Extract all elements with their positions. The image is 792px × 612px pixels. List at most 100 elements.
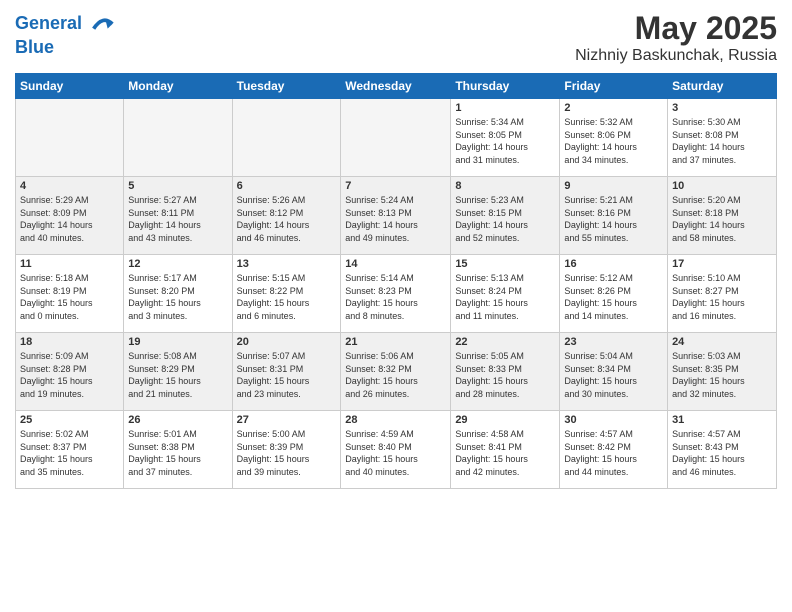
calendar-cell: 4Sunrise: 5:29 AM Sunset: 8:09 PM Daylig…	[16, 177, 124, 255]
day-number: 16	[564, 258, 663, 270]
day-info: Sunrise: 5:05 AM Sunset: 8:33 PM Dayligh…	[455, 350, 555, 400]
title-block: May 2025 Nizhniy Baskunchak, Russia	[575, 10, 777, 65]
calendar-cell	[341, 99, 451, 177]
day-number: 2	[564, 102, 663, 114]
day-info: Sunrise: 5:12 AM Sunset: 8:26 PM Dayligh…	[564, 272, 663, 322]
day-info: Sunrise: 5:00 AM Sunset: 8:39 PM Dayligh…	[237, 428, 337, 478]
calendar-cell: 8 Sunrise: 5:23 AM Sunset: 8:15 PM Daylig…	[451, 177, 560, 255]
calendar-cell: 25 Sunrise: 5:02 AM Sunset: 8:37 PM Dayli…	[16, 411, 124, 489]
day-number: 23	[564, 336, 663, 348]
day-info: Sunrise: 5:06 AM Sunset: 8:32 PM Dayligh…	[345, 350, 446, 400]
th-sunday: Sunday	[16, 74, 124, 99]
day-info: Sunrise: 4:58 AM Sunset: 8:41 PM Dayligh…	[455, 428, 555, 478]
calendar-cell: 15Sunrise: 5:13 AM Sunset: 8:24 PM Dayli…	[451, 255, 560, 333]
calendar-cell: 17Sunrise: 5:10 AM Sunset: 8:27 PM Dayli…	[668, 255, 777, 333]
day-number: 8	[455, 180, 555, 192]
day-number: 29	[455, 414, 555, 426]
calendar-cell: 24 Sunrise: 5:03 AM Sunset: 8:35 PM Dayli…	[668, 333, 777, 411]
day-number: 20	[237, 336, 337, 348]
calendar-cell	[16, 99, 124, 177]
day-info: Sunrise: 5:01 AM Sunset: 8:38 PM Dayligh…	[128, 428, 227, 478]
calendar-cell: 16 Sunrise: 5:12 AM Sunset: 8:26 PM Dayli…	[560, 255, 668, 333]
th-thursday: Thursday	[451, 74, 560, 99]
day-info: Sunrise: 5:03 AM Sunset: 8:35 PM Dayligh…	[672, 350, 772, 400]
day-number: 24	[672, 336, 772, 348]
th-friday: Friday	[560, 74, 668, 99]
day-info: Sunrise: 4:57 AM Sunset: 8:42 PM Dayligh…	[564, 428, 663, 478]
day-info: Sunrise: 5:15 AM Sunset: 8:22 PM Dayligh…	[237, 272, 337, 322]
calendar-week-4: 25 Sunrise: 5:02 AM Sunset: 8:37 PM Dayli…	[16, 411, 777, 489]
day-number: 11	[20, 258, 119, 270]
day-number: 30	[564, 414, 663, 426]
calendar-cell: 21 Sunrise: 5:06 AM Sunset: 8:32 PM Dayli…	[341, 333, 451, 411]
day-info: Sunrise: 5:23 AM Sunset: 8:15 PM Dayligh…	[455, 194, 555, 244]
calendar-week-2: 11Sunrise: 5:18 AM Sunset: 8:19 PM Dayli…	[16, 255, 777, 333]
calendar-cell: 6 Sunrise: 5:26 AM Sunset: 8:12 PM Daylig…	[232, 177, 341, 255]
day-number: 19	[128, 336, 227, 348]
day-number: 27	[237, 414, 337, 426]
day-info: Sunrise: 5:24 AM Sunset: 8:13 PM Dayligh…	[345, 194, 446, 244]
day-info: Sunrise: 5:02 AM Sunset: 8:37 PM Dayligh…	[20, 428, 119, 478]
calendar-cell: 20 Sunrise: 5:07 AM Sunset: 8:31 PM Dayli…	[232, 333, 341, 411]
day-number: 26	[128, 414, 227, 426]
day-number: 3	[672, 102, 772, 114]
day-number: 31	[672, 414, 772, 426]
calendar-cell: 30 Sunrise: 4:57 AM Sunset: 8:42 PM Dayli…	[560, 411, 668, 489]
calendar-week-0: 1Sunrise: 5:34 AM Sunset: 8:05 PM Daylig…	[16, 99, 777, 177]
day-number: 14	[345, 258, 446, 270]
day-number: 7	[345, 180, 446, 192]
calendar-cell: 26 Sunrise: 5:01 AM Sunset: 8:38 PM Dayli…	[124, 411, 232, 489]
calendar-cell: 3 Sunrise: 5:30 AM Sunset: 8:08 PM Daylig…	[668, 99, 777, 177]
day-number: 1	[455, 102, 555, 114]
calendar-cell: 14 Sunrise: 5:14 AM Sunset: 8:23 PM Dayli…	[341, 255, 451, 333]
calendar-header-row: Sunday Monday Tuesday Wednesday Thursday…	[16, 74, 777, 99]
logo-general: General	[15, 13, 82, 33]
calendar-cell: 19 Sunrise: 5:08 AM Sunset: 8:29 PM Dayli…	[124, 333, 232, 411]
day-info: Sunrise: 5:08 AM Sunset: 8:29 PM Dayligh…	[128, 350, 227, 400]
day-number: 5	[128, 180, 227, 192]
day-number: 25	[20, 414, 119, 426]
header: General Blue May 2025 Nizhniy Baskunchak…	[15, 10, 777, 65]
th-saturday: Saturday	[668, 74, 777, 99]
calendar: Sunday Monday Tuesday Wednesday Thursday…	[15, 73, 777, 489]
day-number: 10	[672, 180, 772, 192]
calendar-cell: 22Sunrise: 5:05 AM Sunset: 8:33 PM Dayli…	[451, 333, 560, 411]
calendar-cell: 28 Sunrise: 4:59 AM Sunset: 8:40 PM Dayli…	[341, 411, 451, 489]
day-info: Sunrise: 5:32 AM Sunset: 8:06 PM Dayligh…	[564, 116, 663, 166]
day-info: Sunrise: 5:21 AM Sunset: 8:16 PM Dayligh…	[564, 194, 663, 244]
day-number: 28	[345, 414, 446, 426]
calendar-cell: 18 Sunrise: 5:09 AM Sunset: 8:28 PM Dayli…	[16, 333, 124, 411]
day-info: Sunrise: 5:07 AM Sunset: 8:31 PM Dayligh…	[237, 350, 337, 400]
th-monday: Monday	[124, 74, 232, 99]
logo: General Blue	[15, 10, 117, 58]
calendar-cell: 2 Sunrise: 5:32 AM Sunset: 8:06 PM Daylig…	[560, 99, 668, 177]
day-info: Sunrise: 4:59 AM Sunset: 8:40 PM Dayligh…	[345, 428, 446, 478]
calendar-cell: 31 Sunrise: 4:57 AM Sunset: 8:43 PM Dayli…	[668, 411, 777, 489]
day-info: Sunrise: 5:17 AM Sunset: 8:20 PM Dayligh…	[128, 272, 227, 322]
day-info: Sunrise: 5:26 AM Sunset: 8:12 PM Dayligh…	[237, 194, 337, 244]
calendar-cell	[232, 99, 341, 177]
day-number: 13	[237, 258, 337, 270]
calendar-week-3: 18 Sunrise: 5:09 AM Sunset: 8:28 PM Dayli…	[16, 333, 777, 411]
day-info: Sunrise: 4:57 AM Sunset: 8:43 PM Dayligh…	[672, 428, 772, 478]
calendar-cell	[124, 99, 232, 177]
logo-blue: Blue	[15, 38, 117, 58]
page: General Blue May 2025 Nizhniy Baskunchak…	[0, 0, 792, 612]
calendar-cell: 5Sunrise: 5:27 AM Sunset: 8:11 PM Daylig…	[124, 177, 232, 255]
day-number: 21	[345, 336, 446, 348]
calendar-week-1: 4Sunrise: 5:29 AM Sunset: 8:09 PM Daylig…	[16, 177, 777, 255]
day-info: Sunrise: 5:14 AM Sunset: 8:23 PM Dayligh…	[345, 272, 446, 322]
calendar-cell: 27 Sunrise: 5:00 AM Sunset: 8:39 PM Dayli…	[232, 411, 341, 489]
logo-icon	[89, 10, 117, 38]
day-info: Sunrise: 5:09 AM Sunset: 8:28 PM Dayligh…	[20, 350, 119, 400]
month-year: May 2025	[575, 10, 777, 47]
th-wednesday: Wednesday	[341, 74, 451, 99]
day-number: 18	[20, 336, 119, 348]
calendar-cell: 12Sunrise: 5:17 AM Sunset: 8:20 PM Dayli…	[124, 255, 232, 333]
calendar-cell: 1Sunrise: 5:34 AM Sunset: 8:05 PM Daylig…	[451, 99, 560, 177]
day-info: Sunrise: 5:13 AM Sunset: 8:24 PM Dayligh…	[455, 272, 555, 322]
calendar-cell: 9 Sunrise: 5:21 AM Sunset: 8:16 PM Daylig…	[560, 177, 668, 255]
day-number: 6	[237, 180, 337, 192]
day-number: 9	[564, 180, 663, 192]
day-info: Sunrise: 5:30 AM Sunset: 8:08 PM Dayligh…	[672, 116, 772, 166]
